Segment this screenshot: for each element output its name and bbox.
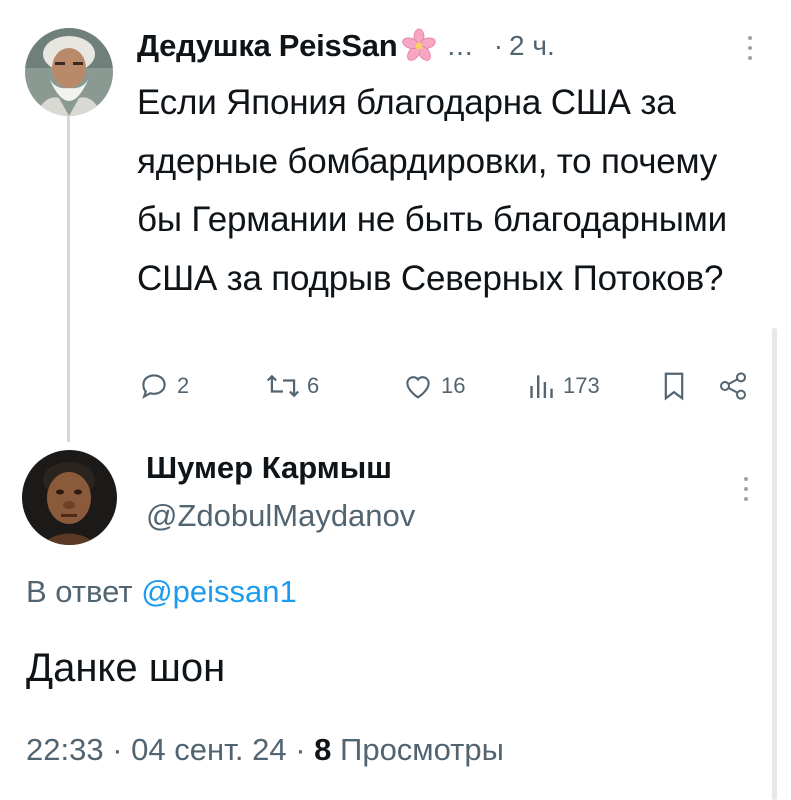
reply-text: Данке шон <box>26 646 226 690</box>
views-bar-chart-icon <box>530 375 553 398</box>
more-icon[interactable] <box>746 33 754 63</box>
reply-meta: 22:33 · 04 сент. 24 · 8 Просмотры <box>26 732 504 768</box>
views-button[interactable]: 173 <box>525 362 600 410</box>
share-icon <box>720 372 746 400</box>
name-truncation: ... <box>447 30 474 61</box>
reply-button[interactable]: 2 <box>137 362 189 410</box>
like-count: 16 <box>441 373 466 398</box>
bookmark-icon <box>664 372 684 401</box>
scrollbar[interactable] <box>772 328 777 800</box>
share-button[interactable] <box>717 362 749 410</box>
tweet-actions: 2 6 16 173 <box>137 362 747 410</box>
bookmark-button[interactable] <box>659 362 689 410</box>
reply-author-name[interactable]: Шумер Кармыш <box>146 450 392 486</box>
separator-dot: · <box>493 30 504 61</box>
more-icon[interactable] <box>742 474 750 504</box>
retweet-icon <box>266 374 300 398</box>
avatar[interactable] <box>25 28 113 116</box>
reply-date[interactable]: 04 сент. 24 <box>131 732 286 767</box>
reply-author-handle[interactable]: @ZdobulMaydanov <box>146 498 415 534</box>
tweet-text: Если Япония благодарна США за ядерные бо… <box>137 83 727 298</box>
tweet-header: Дедушка PeisSan ... · 2 ч. <box>137 24 555 68</box>
views-count: 173 <box>563 373 600 398</box>
reply-to-label: В ответ <box>26 574 133 609</box>
reply-to-mention-link[interactable]: @peissan1 <box>141 574 297 609</box>
tweet-time[interactable]: 2 ч. <box>509 30 555 62</box>
reply-count: 2 <box>177 373 190 398</box>
reply-icon <box>142 374 166 399</box>
retweet-button[interactable]: 6 <box>265 362 319 410</box>
thread-connector <box>67 112 70 442</box>
reply-views-count: 8 <box>314 732 332 767</box>
separator-dot: · <box>112 732 123 767</box>
retweet-count: 6 <box>307 373 320 398</box>
sakura-flower-icon <box>402 28 437 61</box>
author-name[interactable]: Дедушка PeisSan <box>137 28 398 64</box>
heart-icon <box>406 376 430 399</box>
like-button[interactable]: 16 <box>401 362 465 410</box>
reply-views-label[interactable]: Просмотры <box>340 732 504 767</box>
avatar[interactable] <box>22 450 117 545</box>
reply-to-line: В ответ @peissan1 <box>26 574 297 610</box>
separator-dot: · <box>295 732 306 767</box>
tweet-thread: Дедушка PeisSan ... · 2 ч. Если Япония б… <box>0 0 791 800</box>
reply-time[interactable]: 22:33 <box>26 732 104 767</box>
